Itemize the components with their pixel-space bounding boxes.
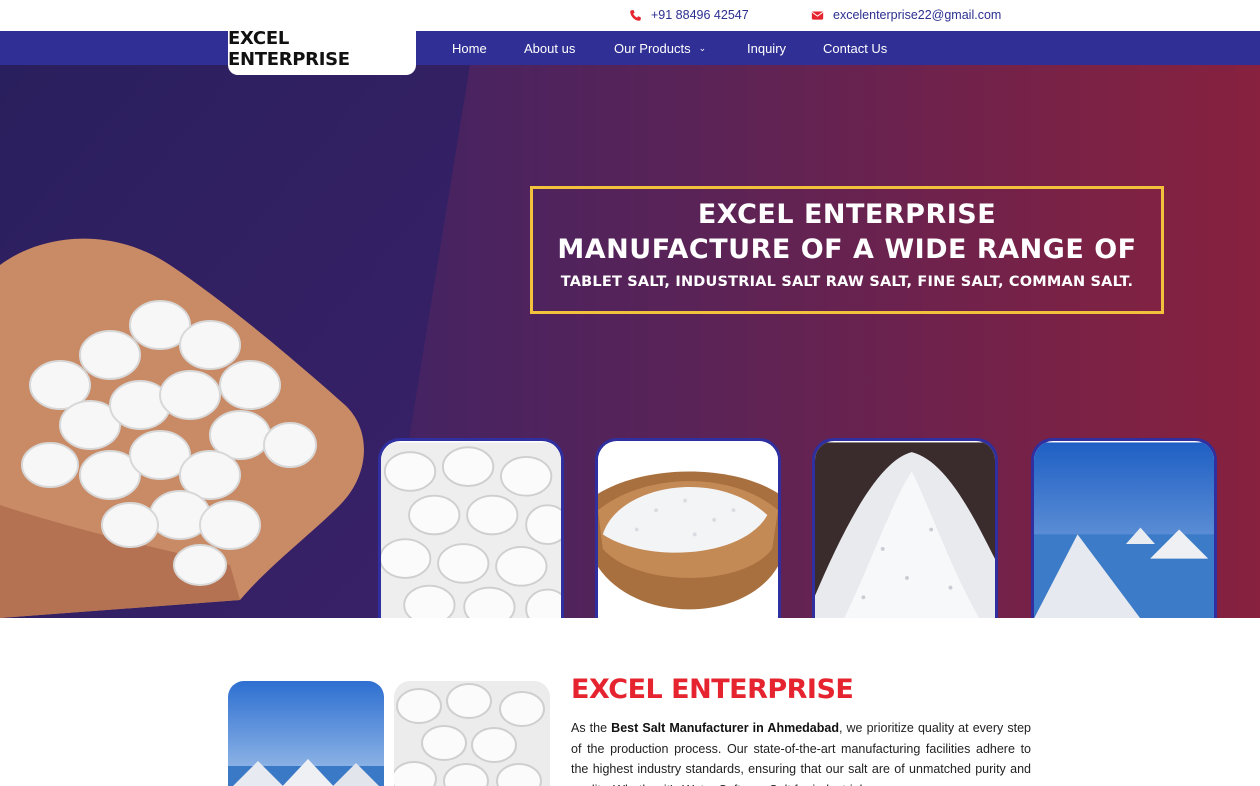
salt-flats-thumbnail: [228, 681, 384, 786]
email-address[interactable]: excelenterprise22@gmail.com: [833, 8, 1001, 22]
about-image-tablet-salt: [394, 681, 550, 786]
nav-our-products[interactable]: Our Products ⌄: [614, 41, 706, 56]
nav-about[interactable]: About us: [524, 41, 575, 56]
about-description: As the Best Salt Manufacturer in Ahmedab…: [571, 718, 1031, 786]
nav-products-label: Our Products: [614, 41, 691, 56]
about-image-salt-flats: [228, 681, 384, 786]
chevron-down-icon: ⌄: [698, 43, 707, 53]
hero-title: EXCEL ENTERPRISE: [697, 199, 997, 230]
email-contact[interactable]: excelenterprise22@gmail.com: [811, 8, 1001, 22]
nav-inquiry-label: Inquiry: [747, 41, 787, 56]
about-text-intro: As the: [571, 721, 612, 735]
nav-about-label: About us: [524, 41, 576, 56]
nav-home[interactable]: Home: [452, 41, 487, 56]
about-title: EXCEL ENTERPRISE: [571, 674, 854, 705]
envelope-icon: [811, 10, 824, 20]
logo[interactable]: EXCEL ENTERPRISE: [228, 23, 416, 75]
logo-text: EXCEL ENTERPRISE: [228, 28, 350, 70]
hero-product-list: TABLET SALT, INDUSTRIAL SALT RAW SALT, F…: [560, 274, 1134, 290]
tablet-salt-thumbnail: [394, 681, 550, 786]
product-card-tablet-salt[interactable]: [378, 438, 564, 618]
salt-flats-image: [1034, 442, 1214, 618]
about-text-highlight: Best Salt Manufacturer in Ahmedabad: [611, 721, 839, 735]
phone-contact[interactable]: +91 88496 42547: [629, 8, 749, 22]
hand-with-salt-tablets-image: [0, 238, 364, 618]
hero-headline-box: EXCEL ENTERPRISE MANUFACTURE OF A WIDE R…: [530, 186, 1164, 314]
nav-contact[interactable]: Contact Us: [823, 41, 887, 56]
product-card-salt-flats[interactable]: [1031, 438, 1217, 618]
top-contact-bar: +91 88496 42547 excelenterprise22@gmail.…: [0, 0, 1260, 31]
salt-bowl-image: [598, 442, 778, 618]
phone-icon: [630, 9, 641, 21]
nav-inquiry[interactable]: Inquiry: [747, 41, 786, 56]
raw-salt-pile-image: [815, 442, 995, 618]
product-card-industrial-salt[interactable]: [595, 438, 781, 618]
nav-contact-label: Contact Us: [823, 41, 888, 56]
phone-number[interactable]: +91 88496 42547: [651, 8, 749, 22]
nav-home-label: Home: [452, 41, 487, 56]
hero-banner: EXCEL ENTERPRISE MANUFACTURE OF A WIDE R…: [0, 65, 1260, 618]
product-card-raw-salt[interactable]: [812, 438, 998, 618]
tablet-salt-image: [381, 442, 561, 618]
hero-subtitle: MANUFACTURE OF A WIDE RANGE OF: [557, 234, 1137, 265]
